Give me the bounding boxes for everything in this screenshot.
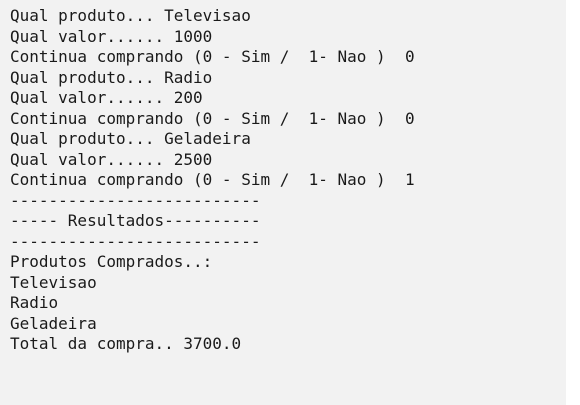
prompt-continue-line: Continua comprando (0 - Sim / 1- Nao ) 0 — [10, 108, 415, 128]
prompt-continue-line: Continua comprando (0 - Sim / 1- Nao ) 1 — [10, 170, 415, 189]
results-header-line: ----- Resultados---------- — [10, 211, 261, 230]
prompt-value-line: Qual valor...... 200 — [10, 88, 203, 107]
separator-line: -------------------------- — [10, 190, 261, 210]
console-output: Qual produto... Televisao Qual valor....… — [0, 0, 566, 405]
purchased-product-item: Televisao — [10, 272, 97, 292]
purchase-total-line: Total da compra.. 3700.0 — [10, 334, 242, 353]
purchased-product-item: Radio — [10, 293, 59, 312]
purchased-products-label: Produtos Comprados..: — [10, 252, 213, 271]
purchased-product-item: Geladeira — [10, 313, 97, 333]
prompt-product-line: Qual produto... Geladeira — [10, 129, 251, 148]
prompt-value-line: Qual valor...... 1000 — [10, 26, 213, 46]
prompt-product-line: Qual produto... Televisao — [10, 6, 251, 25]
prompt-product-line: Qual produto... Radio — [10, 67, 213, 87]
prompt-value-line: Qual valor...... 2500 — [10, 149, 213, 169]
separator-line: -------------------------- — [10, 231, 261, 251]
prompt-continue-line: Continua comprando (0 - Sim / 1- Nao ) 0 — [10, 47, 415, 66]
